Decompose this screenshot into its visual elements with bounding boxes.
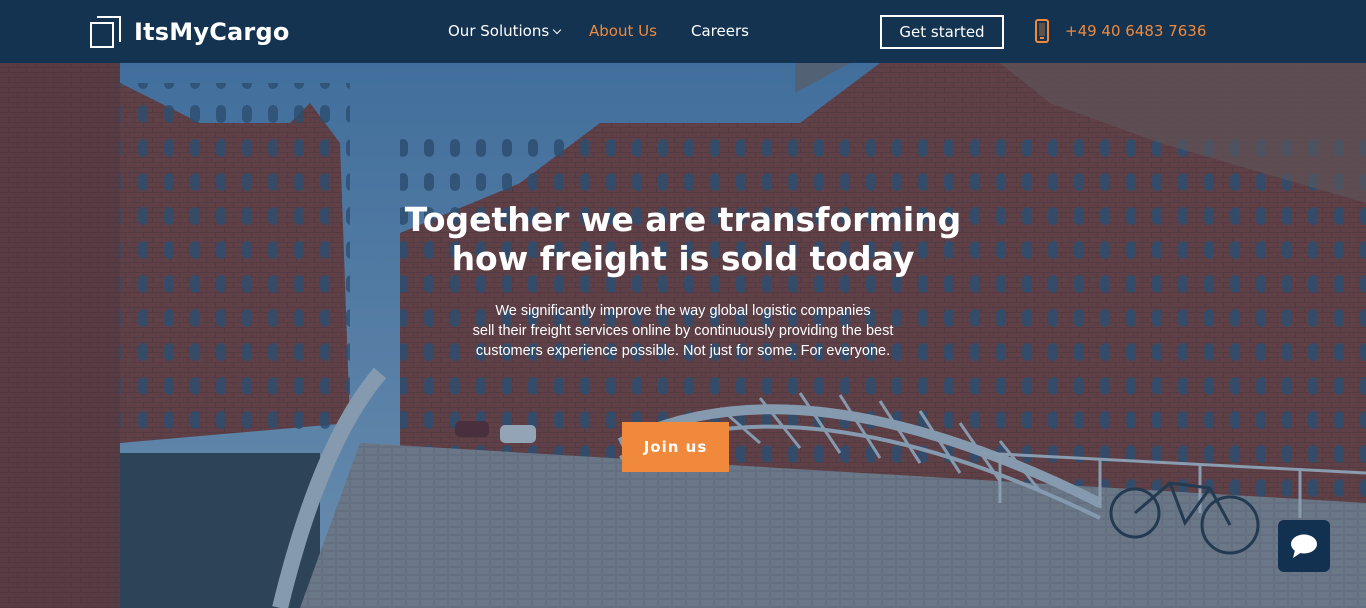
top-navbar: ItsMyCargo Our Solutions About Us Career…	[0, 0, 1366, 63]
chat-icon	[1291, 534, 1317, 558]
hero-title-line-1: Together we are transforming	[404, 200, 962, 239]
phone-number: +49 40 6483 7636	[1065, 22, 1207, 40]
nav-about-us[interactable]: About Us	[589, 21, 657, 41]
nav-careers[interactable]: Careers	[691, 21, 749, 41]
hero-title-line-2: how freight is sold today	[451, 239, 915, 278]
hero-subtitle-line-1: We significantly improve the way global …	[495, 303, 871, 319]
get-started-button[interactable]: Get started	[880, 15, 1004, 49]
phone-link[interactable]: +49 40 6483 7636	[1035, 19, 1206, 43]
hero-section: Together we are transforming how freight…	[0, 63, 1366, 608]
hero-subtitle: We significantly improve the way global …	[433, 301, 933, 361]
hero-subtitle-line-2: sell their freight services online by co…	[472, 323, 894, 339]
phone-icon	[1035, 19, 1049, 43]
hero-subtitle-line-3: customers experience possible. Not just …	[475, 343, 891, 359]
logo-mark-icon	[90, 16, 122, 48]
logo[interactable]: ItsMyCargo	[90, 16, 290, 48]
chevron-down-icon	[552, 25, 562, 35]
nav-our-solutions-label: Our Solutions	[448, 22, 550, 40]
join-us-button[interactable]: Join us	[622, 422, 729, 472]
nav-our-solutions[interactable]: Our Solutions	[448, 21, 562, 41]
logo-text: ItsMyCargo	[134, 18, 290, 46]
hero-title: Together we are transforming how freight…	[383, 200, 983, 278]
chat-widget-button[interactable]	[1278, 520, 1330, 572]
